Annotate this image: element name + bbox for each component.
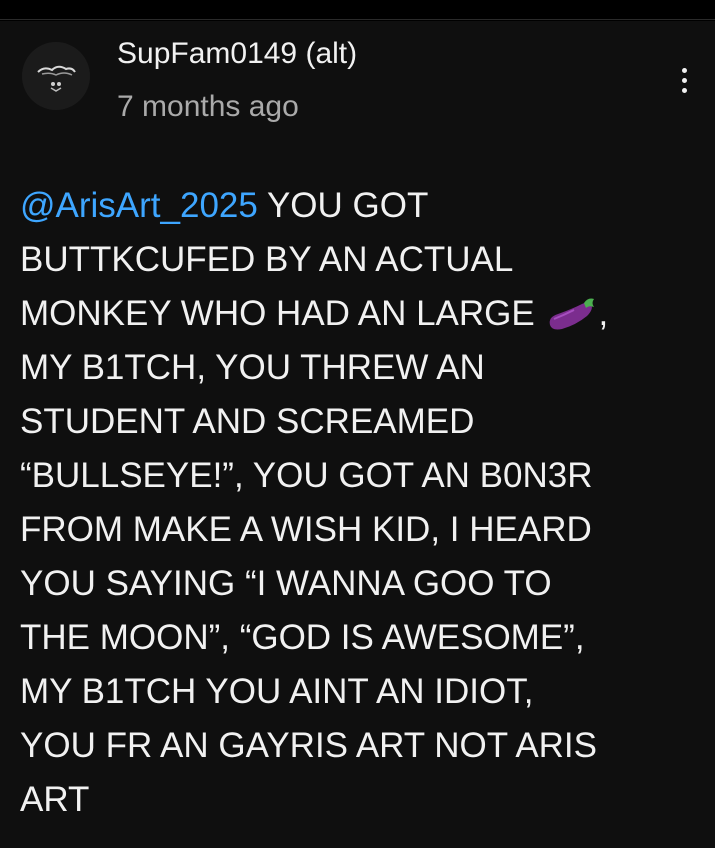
- comment-line-3: MONKEY WHO HAD AN LARGE ,: [20, 287, 700, 341]
- avatar-icon: [22, 42, 90, 110]
- comment-author[interactable]: SupFam0149 (alt): [117, 35, 357, 73]
- top-divider: [0, 0, 715, 20]
- comment-body: @ArisArt_2025 YOU GOT BUTTKCUFED BY AN A…: [20, 179, 700, 827]
- avatar[interactable]: [22, 42, 90, 110]
- comment-line-6: “BULLSEYE!”, YOU GOT AN B0N3R: [20, 456, 593, 495]
- eggplant-icon: [550, 298, 595, 330]
- comment-line-5: STUDENT AND SCREAMED: [20, 402, 475, 441]
- comment-line-1: @ArisArt_2025 YOU GOT: [20, 179, 700, 233]
- comment-text: ,: [598, 294, 609, 333]
- mention-link[interactable]: @ArisArt_2025: [20, 186, 258, 225]
- more-vertical-icon-dot-2: [681, 77, 687, 83]
- comment-text: YOU GOT: [257, 186, 429, 225]
- comment-line-4: MY B1TCH, YOU THREW AN: [20, 348, 485, 387]
- comment-line-7: FROM MAKE A WISH KID, I HEARD: [20, 510, 592, 549]
- comment-line-2: BUTTKCUFED BY AN ACTUAL: [20, 240, 514, 279]
- more-options-button[interactable]: [666, 56, 702, 104]
- comment-timestamp[interactable]: 7 months ago: [117, 88, 299, 126]
- more-vertical-icon: [681, 67, 687, 73]
- comment-line-10: MY B1TCH YOU AINT AN IDIOT,: [20, 672, 534, 711]
- comment-line-12: ART: [20, 780, 90, 819]
- comment-line-8: YOU SAYING “I WANNA GOO TO: [20, 564, 552, 603]
- comment-line-9: THE MOON”, “GOD IS AWESOME”,: [20, 618, 585, 657]
- comment-line-11: YOU FR AN GAYRIS ART NOT ARIS: [20, 726, 598, 765]
- more-vertical-icon-dot-3: [681, 87, 687, 93]
- comment-text: MONKEY WHO HAD AN LARGE: [20, 294, 535, 333]
